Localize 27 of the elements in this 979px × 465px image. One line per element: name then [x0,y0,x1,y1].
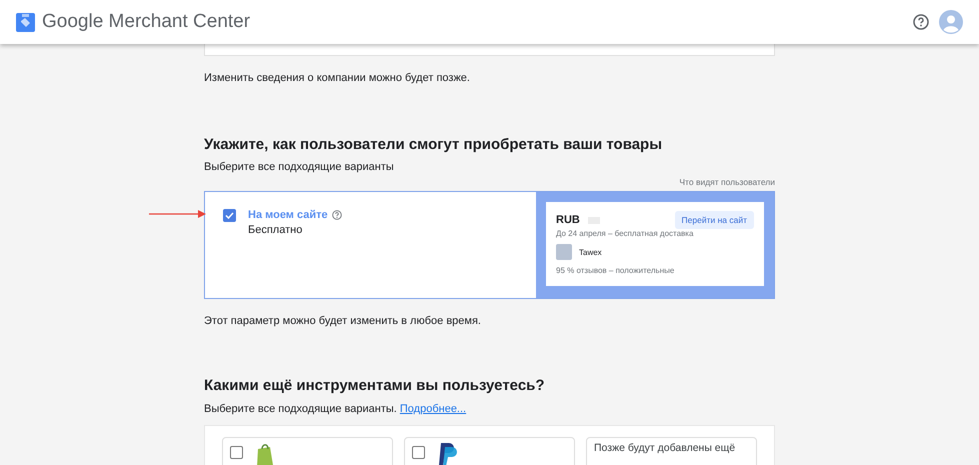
section-subtitle: Выберите все подходящие варианты. [204,403,397,415]
checkbox[interactable] [412,446,425,459]
learn-more-link[interactable]: Подробнее... [400,403,466,415]
company-note: Изменить сведения о компании можно будет позже. [204,72,471,84]
section-heading: Какими ещё инструментами вы пользуетесь? [204,377,546,394]
letter-p-icon [437,441,457,465]
option-price: Бесплатно [248,224,304,236]
more-tools-note: Позже будут добавлены ещё [594,441,736,454]
option-label: На моем сайте [248,209,328,221]
help-icon[interactable] [332,210,342,220]
visit-site-button[interactable]: Перейти на сайт [674,211,754,229]
arrow-icon [149,210,207,218]
delivery-text: До 24 апреля – бесплатная доставка [556,229,694,238]
section-subtitle: Выберите все подходящие варианты [204,161,395,173]
merchant-logo-icon [16,12,35,32]
preview-label: Что видят пользователи [678,177,775,187]
store-name: Tawex [579,248,602,256]
checkbox[interactable] [223,209,236,222]
checkbox[interactable] [230,446,243,459]
shopping-bag-icon [255,441,275,465]
option-note: Этот параметр можно будет изменить в любое время. [204,315,482,327]
currency-label: RUB [556,214,580,226]
reviews-text: 95 % отзывов – положительные [556,266,676,275]
help-icon[interactable] [913,14,929,30]
store-logo-placeholder [556,244,572,260]
section-heading: Укажите, как пользователи смогут приобретать ваши товары [204,136,664,153]
app-title: Google Merchant Center [42,11,250,33]
